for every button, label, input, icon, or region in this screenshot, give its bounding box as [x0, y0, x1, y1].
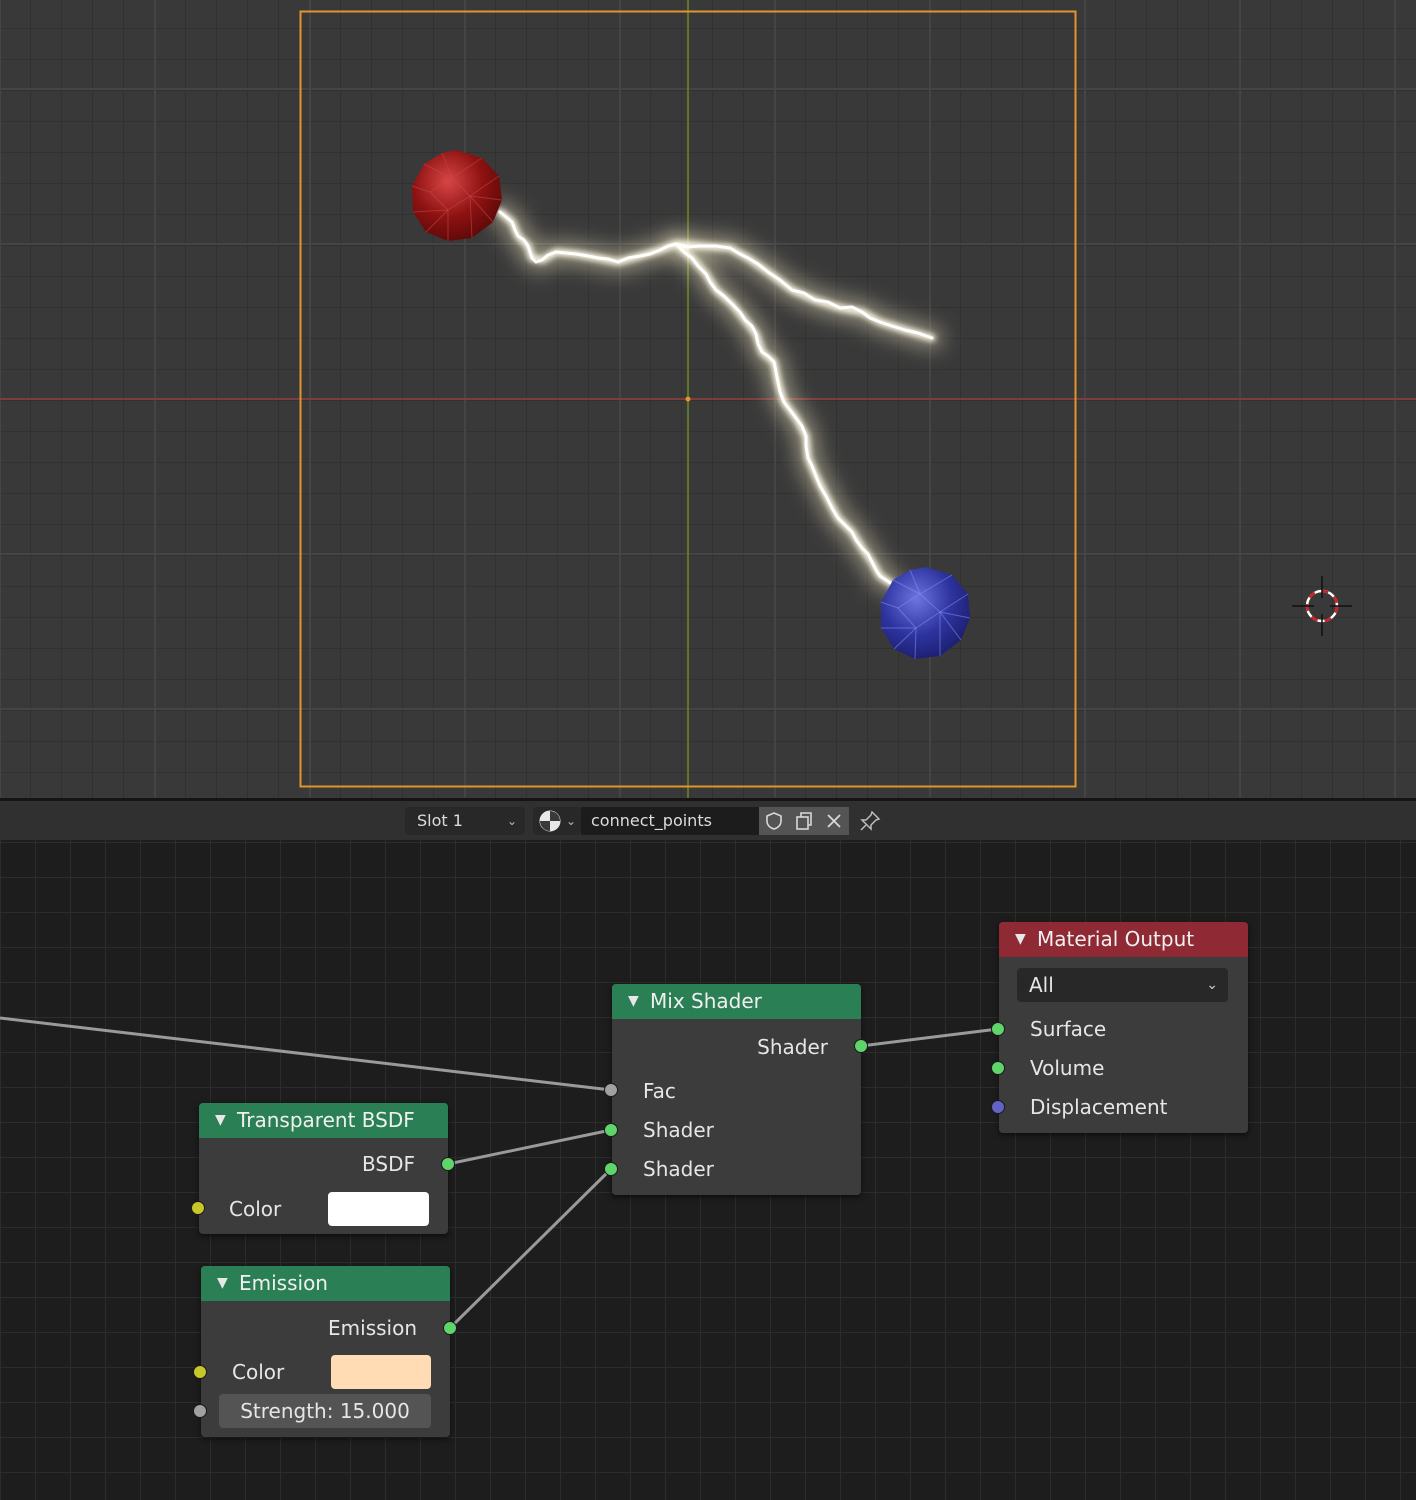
link-mix-surface [860, 1027, 999, 1048]
strength-input-socket[interactable] [193, 1404, 207, 1418]
bsdf-output-socket[interactable] [441, 1157, 455, 1171]
fac-input-socket[interactable] [604, 1083, 618, 1097]
volume-input-socket[interactable] [991, 1061, 1005, 1075]
lightning-bolt [489, 201, 943, 595]
socket-label: Displacement [1030, 1095, 1168, 1119]
duplicate-material-button[interactable] [789, 807, 819, 835]
socket-label: Color [232, 1360, 285, 1384]
shader-input-row-1: Shader [643, 1118, 714, 1142]
socket-label: Shader [643, 1118, 714, 1142]
socket-label: Fac [643, 1079, 676, 1103]
transparent-bsdf-node[interactable]: ▼ Transparent BSDF BSDF Color [191, 1103, 455, 1234]
material-sphere-icon [539, 810, 561, 832]
fake-user-shield-icon [766, 812, 782, 830]
emission-color-swatch[interactable] [331, 1355, 431, 1389]
color-input-row: Color [232, 1360, 284, 1384]
red-start-sphere [411, 150, 503, 241]
blue-end-sphere [880, 567, 971, 660]
strength-value: Strength: 15.000 [240, 1399, 410, 1423]
pin-icon [860, 810, 881, 831]
socket-label: Shader [757, 1035, 828, 1059]
strength-field[interactable]: Strength: 15.000 [219, 1394, 431, 1428]
material-browse-button[interactable]: ⌄ [533, 807, 581, 835]
socket-label: Emission [328, 1316, 417, 1340]
chevron-down-icon: ⌄ [565, 814, 576, 828]
link-fac [0, 1016, 612, 1092]
surface-socket-row: Surface [1030, 1017, 1106, 1041]
3d-viewport[interactable] [0, 0, 1416, 798]
target-value: All [1029, 973, 1054, 997]
shader-output-socket[interactable] [854, 1039, 868, 1053]
color-swatch[interactable] [328, 1192, 429, 1226]
emission-output-row: Emission [328, 1316, 417, 1340]
pin-button[interactable] [858, 807, 886, 835]
node-title: Mix Shader [650, 989, 762, 1013]
material-name: connect_points [591, 811, 712, 830]
material-name-field[interactable]: connect_points [581, 807, 759, 835]
node-title: Emission [239, 1271, 328, 1295]
emission-header[interactable]: ▼ Emission [201, 1266, 450, 1301]
transparent-bsdf-header[interactable]: ▼ Transparent BSDF [199, 1103, 448, 1138]
collapse-triangle-icon[interactable]: ▼ [1015, 922, 1026, 957]
color-input-socket[interactable] [193, 1365, 207, 1379]
bsdf-output-row: BSDF [362, 1152, 415, 1176]
collapse-triangle-icon[interactable]: ▼ [217, 1266, 228, 1301]
mix-shader-node[interactable]: ▼ Mix Shader Shader Fac Shader Shader [604, 984, 868, 1195]
shader-input-row-2: Shader [643, 1157, 714, 1181]
mix-shader-header[interactable]: ▼ Mix Shader [612, 984, 861, 1019]
color-input-socket[interactable] [191, 1201, 205, 1215]
shader-input-socket-1[interactable] [604, 1123, 618, 1137]
link-bsdf-shader [447, 1128, 612, 1166]
node-title: Transparent BSDF [237, 1108, 415, 1132]
displacement-socket-row: Displacement [1030, 1095, 1168, 1119]
socket-label: Surface [1030, 1017, 1107, 1041]
surface-input-socket[interactable] [991, 1022, 1005, 1036]
collapse-triangle-icon[interactable]: ▼ [215, 1103, 226, 1138]
link-emission-shader [448, 1167, 613, 1330]
displacement-input-socket[interactable] [991, 1100, 1005, 1114]
emission-output-socket[interactable] [443, 1321, 457, 1335]
socket-label: Volume [1030, 1056, 1105, 1080]
shader-node-editor[interactable]: ▼ Material Output All ⌄ Surface Volume D… [0, 840, 1416, 1500]
emission-node[interactable]: ▼ Emission Emission Color Strength: 15.0… [193, 1266, 457, 1437]
shader-input-socket-2[interactable] [604, 1162, 618, 1176]
volume-socket-row: Volume [1030, 1056, 1104, 1080]
slot-label: Slot 1 [417, 811, 463, 830]
slot-dropdown[interactable]: Slot 1 ⌄ [405, 807, 525, 835]
3d-cursor-icon [1292, 576, 1352, 636]
node-title: Material Output [1037, 927, 1195, 951]
fac-input-row: Fac [643, 1079, 676, 1103]
socket-label: Shader [643, 1157, 714, 1181]
node-editor-header: Slot 1 ⌄ ⌄ connect_points [0, 801, 1416, 840]
viewport-scene [0, 0, 1416, 798]
chevron-down-icon: ⌄ [1206, 977, 1218, 993]
unlink-material-button[interactable] [819, 807, 849, 835]
socket-label: Color [229, 1197, 282, 1221]
target-dropdown[interactable]: All ⌄ [1017, 968, 1228, 1002]
material-output-header[interactable]: ▼ Material Output [999, 922, 1248, 957]
fake-user-button[interactable] [759, 807, 789, 835]
shader-output-row: Shader [757, 1035, 828, 1059]
color-input-row: Color [229, 1197, 281, 1221]
chevron-down-icon: ⌄ [506, 814, 517, 828]
unlink-x-icon [827, 814, 841, 828]
socket-label: BSDF [362, 1152, 415, 1176]
duplicate-icon [796, 812, 812, 830]
collapse-triangle-icon[interactable]: ▼ [628, 984, 639, 1019]
material-output-node[interactable]: ▼ Material Output All ⌄ Surface Volume D… [991, 922, 1248, 1133]
origin-dot [685, 396, 691, 402]
